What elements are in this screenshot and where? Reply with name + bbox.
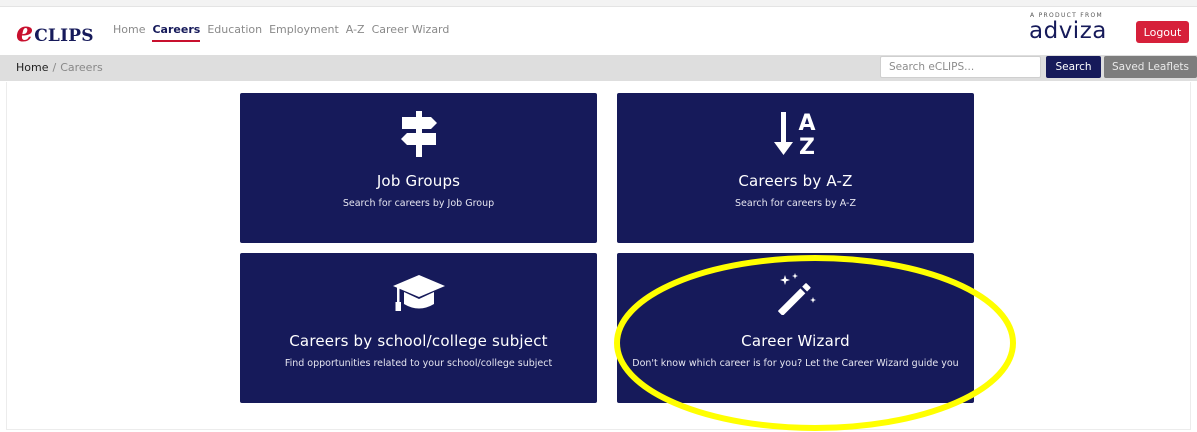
main-nav: Home Careers Education Employment A-Z Ca… [113,23,456,42]
tile-careers-a-z[interactable]: A Z Careers by A-Z Search for careers by… [617,93,974,243]
tile-subtitle: Find opportunities related to your schoo… [284,358,553,369]
brand-name: adviza [1029,18,1107,44]
saved-leaflets-button[interactable]: Saved Leaflets [1104,56,1197,78]
logo-wordmark: CLIPS [34,26,94,46]
svg-text:Z: Z [799,135,815,158]
nav-link-home[interactable]: Home [113,23,145,36]
nav-link-a-z[interactable]: A-Z [346,23,365,36]
tile-title: Careers by school/college subject [289,332,548,350]
logout-button[interactable]: Logout [1136,21,1189,43]
tile-careers-by-subject[interactable]: Careers by school/college subject Find o… [240,253,597,403]
nav-link-employment[interactable]: Employment [269,23,339,36]
search-button[interactable]: Search [1046,56,1101,78]
svg-text:A: A [798,111,815,136]
tile-career-wizard[interactable]: Career Wizard Don't know which career is… [617,253,974,403]
breadcrumb-home[interactable]: Home [16,61,48,74]
navbar: e CLIPS Home Careers Education Employmen… [0,8,1197,54]
tile-title: Job Groups [376,172,461,190]
content-area [6,82,1191,430]
tile-subtitle: Search for careers by Job Group [342,198,495,209]
tile-subtitle: Don't know which career is for you? Let … [632,358,959,369]
nav-link-careers[interactable]: Careers [152,23,200,42]
magic-wand-icon [617,267,974,319]
breadcrumb-separator: / [52,61,57,74]
logo-e-mark: e [16,17,34,48]
signpost-icon [240,107,597,159]
breadcrumb-current: Careers [60,61,103,74]
adviza-brand: A PRODUCT FROM adviza [1014,12,1132,43]
top-strip [0,0,1197,7]
search-input[interactable] [880,56,1041,78]
tile-job-groups[interactable]: Job Groups Search for careers by Job Gro… [240,93,597,243]
tile-title: Careers by A-Z [738,172,853,190]
tile-title: Career Wizard [741,332,850,350]
nav-link-education[interactable]: Education [207,23,262,36]
sort-az-icon: A Z [617,107,974,159]
breadcrumb: Home / Careers [16,61,103,74]
nav-link-career-wizard[interactable]: Career Wizard [372,23,450,36]
tile-subtitle: Search for careers by A-Z [735,198,856,209]
graduation-cap-icon [240,267,597,319]
breadcrumb-bar: Home /Careers Search Saved Leaflets [0,55,1197,81]
eclips-logo[interactable]: e CLIPS [16,17,94,48]
